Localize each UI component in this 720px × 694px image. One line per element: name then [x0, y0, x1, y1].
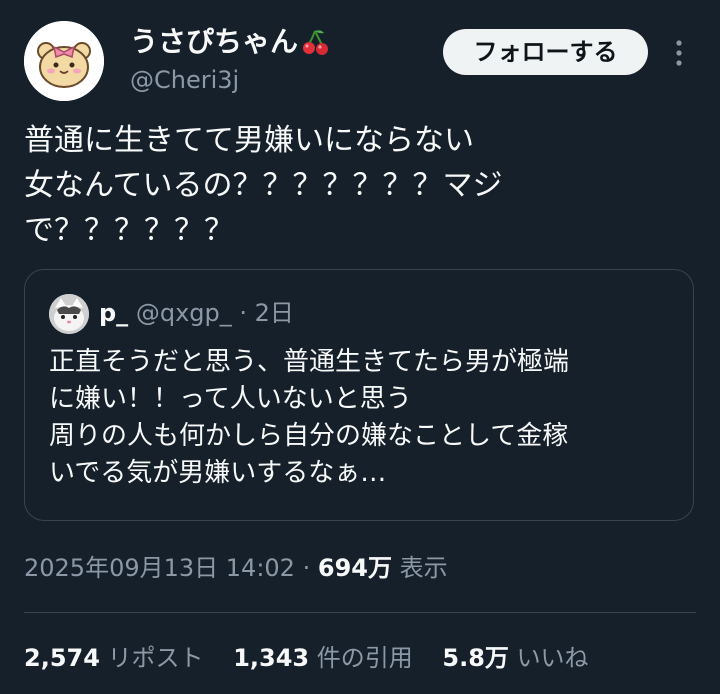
- views-label: 表示: [399, 554, 448, 582]
- divider: [24, 612, 696, 613]
- likes-count: 5.8万: [442, 644, 509, 672]
- author-display-name[interactable]: うさぴちゃん: [130, 25, 298, 58]
- quoted-header: p_ @qxgp_ · 2日: [99, 296, 294, 330]
- meta-separator: ·: [302, 554, 311, 582]
- likes-stat[interactable]: 5.8万 いいね: [442, 644, 588, 672]
- tweet-text: 普通に生きてて男嫌いにならない 女なんているの？？？？？？？マジ で？？？？？？: [24, 123, 503, 248]
- quoted-timestamp[interactable]: 2日: [255, 299, 294, 327]
- more-vertical-icon: [676, 40, 682, 66]
- views-count: 694万: [317, 554, 392, 582]
- quoted-author-avatar: [49, 294, 89, 334]
- author-handle[interactable]: @Cheri3j: [130, 64, 239, 96]
- reposts-stat[interactable]: 2,574 リポスト: [24, 644, 204, 672]
- quotes-label: 件の引用: [316, 644, 413, 672]
- tweet-datetime[interactable]: 2025年09月13日 14:02: [24, 554, 295, 582]
- quotes-stat[interactable]: 1,343 件の引用: [233, 644, 413, 672]
- quoted-tweet-card[interactable]: p_ @qxgp_ · 2日 正直そうだと思う、普通生きてたら男が極端 に嫌い！…: [24, 269, 694, 521]
- reposts-label: リポスト: [107, 644, 204, 672]
- author-avatar[interactable]: [24, 21, 104, 101]
- author-name-row[interactable]: うさぴちゃん: [130, 24, 330, 66]
- quoted-tweet-text: 正直そうだと思う、普通生きてたら男が極端 に嫌い！！って人いないと思う 周りの人…: [49, 347, 570, 488]
- quotes-count: 1,343: [233, 644, 310, 672]
- quoted-separator: ·: [239, 299, 248, 327]
- follow-button[interactable]: フォローする: [443, 29, 648, 75]
- quoted-author-handle[interactable]: @qxgp_: [136, 299, 232, 327]
- cat-avatar-icon: [49, 294, 89, 334]
- more-options-button[interactable]: [666, 36, 692, 70]
- quoted-author-name[interactable]: p_: [99, 299, 128, 327]
- tweet-meta: 2025年09月13日 14:02 · 694万 表示: [24, 550, 448, 586]
- hamster-avatar-icon: [24, 21, 104, 101]
- cherry-icon: [300, 27, 330, 66]
- likes-label: いいね: [516, 644, 589, 672]
- engagement-stats: 2,574 リポスト 1,343 件の引用 5.8万 いいね: [24, 640, 611, 676]
- reposts-count: 2,574: [24, 644, 100, 672]
